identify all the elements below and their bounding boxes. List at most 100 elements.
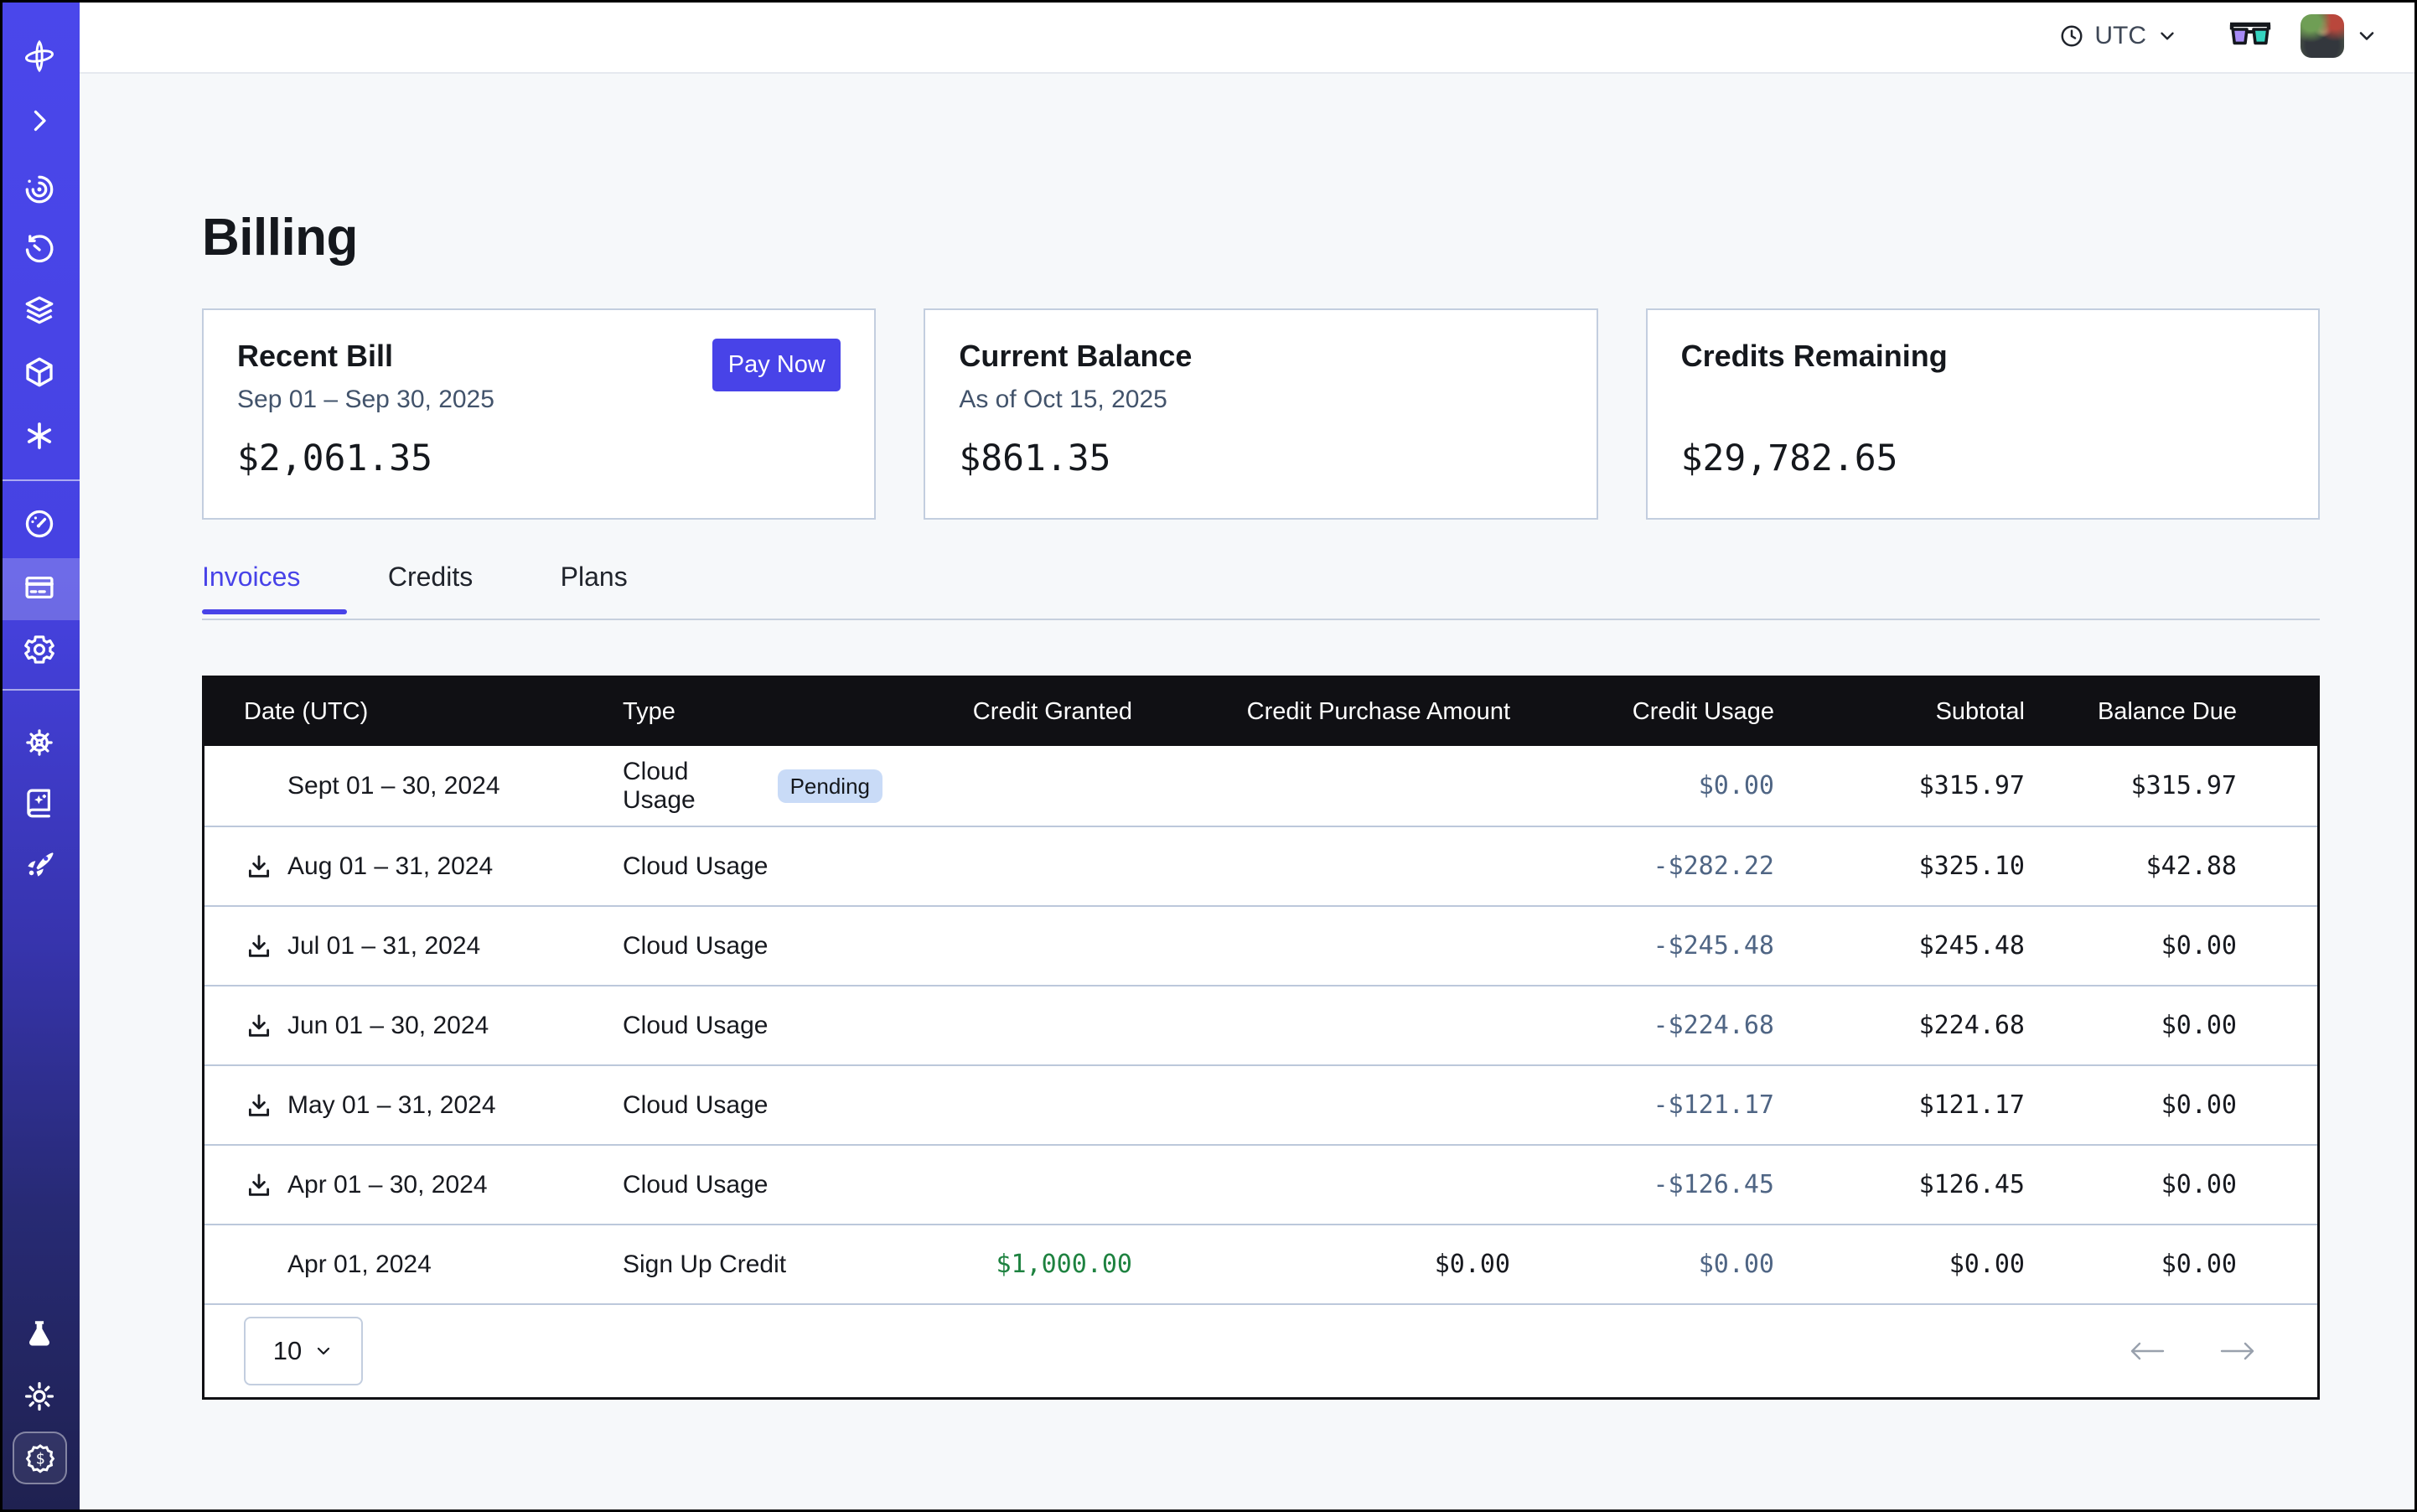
- balance-due-cell: $0.00: [2025, 1090, 2317, 1120]
- labs-flask-icon[interactable]: [21, 1316, 58, 1353]
- tab-invoices[interactable]: Invoices: [202, 562, 347, 614]
- invoice-period: Jun 01 – 30, 2024: [287, 1012, 489, 1040]
- credits-dollar-badge-button[interactable]: $: [13, 1432, 67, 1484]
- download-invoice-button[interactable]: [244, 852, 274, 882]
- next-page-button[interactable]: [2218, 1339, 2257, 1364]
- observability-eye-icon[interactable]: [21, 171, 58, 208]
- page-size-value: 10: [273, 1336, 302, 1366]
- chevron-down-icon: [313, 1341, 334, 1361]
- balance-due-cell: $0.00: [2025, 931, 2317, 961]
- theme-brightness-icon[interactable]: [21, 1378, 58, 1415]
- credit-usage-cell: -$121.17: [1510, 1090, 1774, 1120]
- credits-remaining-card: Credits Remaining $29,782.65: [1646, 308, 2320, 520]
- history-timer-icon[interactable]: [21, 231, 58, 268]
- current-balance-amount: $861.35: [959, 438, 1562, 479]
- download-invoice-button[interactable]: [244, 931, 274, 961]
- type-cell: Sign Up Credit: [623, 1251, 882, 1279]
- current-balance-card: Current Balance As of Oct 15, 2025 $861.…: [924, 308, 1597, 520]
- credit-purchase-cell: $0.00: [1132, 1250, 1510, 1279]
- arrow-left-icon: [2128, 1339, 2166, 1364]
- timezone-selector[interactable]: UTC: [2059, 22, 2178, 50]
- helm-wheel-icon[interactable]: [21, 724, 58, 761]
- table-body: Sept 01 – 30, 2024 Cloud Usage Pending $…: [204, 746, 2317, 1303]
- chevron-down-icon: [2355, 24, 2378, 48]
- download-icon: [245, 852, 273, 881]
- date-cell: Jun 01 – 30, 2024: [204, 1011, 623, 1041]
- invoice-period: Apr 01 – 30, 2024: [287, 1171, 488, 1199]
- glasses-icon[interactable]: [2228, 21, 2272, 51]
- sidebar-collapse-chevron-icon[interactable]: [21, 102, 58, 139]
- subtotal-cell: $325.10: [1774, 852, 2025, 881]
- subtotal-cell: $121.17: [1774, 1090, 2025, 1120]
- col-subtotal: Subtotal: [1774, 698, 2025, 726]
- invoice-type: Cloud Usage: [623, 758, 763, 815]
- page-size-select[interactable]: 10: [244, 1317, 363, 1385]
- dashboard-gauge-icon[interactable]: [21, 505, 58, 542]
- clock-icon: [2059, 23, 2084, 49]
- date-cell: Apr 01 – 30, 2024: [204, 1170, 623, 1200]
- balance-due-cell: $0.00: [2025, 1011, 2317, 1040]
- col-credit-granted: Credit Granted: [882, 698, 1132, 726]
- cube-icon[interactable]: [21, 354, 58, 391]
- table-row: Sept 01 – 30, 2024 Cloud Usage Pending $…: [204, 746, 2317, 826]
- download-icon: [245, 1171, 273, 1199]
- invoice-period: May 01 – 31, 2024: [287, 1091, 496, 1120]
- tab-plans[interactable]: Plans: [561, 562, 675, 614]
- subtotal-cell: $0.00: [1774, 1250, 2025, 1279]
- billing-credit-card-icon[interactable]: [21, 569, 58, 606]
- subtotal-cell: $315.97: [1774, 771, 2025, 800]
- invoice-period: Sept 01 – 30, 2024: [287, 772, 500, 800]
- billing-app: $ UTC: [0, 0, 2417, 1512]
- table-header: Date (UTC) Type Credit Granted Credit Pu…: [204, 678, 2317, 746]
- col-type: Type: [623, 698, 882, 726]
- logo-icon[interactable]: [21, 38, 58, 75]
- invoice-period: Aug 01 – 31, 2024: [287, 852, 493, 881]
- card-title: Current Balance: [959, 339, 1562, 374]
- date-cell: Apr 01, 2024: [204, 1251, 623, 1279]
- timezone-label: UTC: [2094, 22, 2146, 50]
- credit-usage-cell: $0.00: [1510, 1250, 1774, 1279]
- credit-usage-cell: -$126.45: [1510, 1170, 1774, 1199]
- credit-usage-cell: -$224.68: [1510, 1011, 1774, 1040]
- col-date: Date (UTC): [204, 698, 623, 726]
- user-avatar[interactable]: [2301, 14, 2344, 58]
- download-invoice-button[interactable]: [244, 1011, 274, 1041]
- invoice-period: Apr 01, 2024: [287, 1251, 432, 1279]
- tab-credits[interactable]: Credits: [388, 562, 520, 614]
- topbar: UTC: [80, 0, 2417, 74]
- download-invoice-button[interactable]: [244, 1170, 274, 1200]
- pending-status-badge: Pending: [778, 769, 882, 803]
- invoice-type: Cloud Usage: [623, 1012, 768, 1040]
- balance-due-cell: $42.88: [2025, 852, 2317, 881]
- type-cell: Cloud Usage: [623, 1091, 882, 1120]
- asterisk-icon[interactable]: [21, 417, 58, 454]
- invoice-type: Cloud Usage: [623, 932, 768, 961]
- settings-gear-icon[interactable]: [21, 631, 58, 668]
- invoice-type: Sign Up Credit: [623, 1251, 786, 1279]
- card-subtitle: [1681, 386, 2285, 416]
- type-cell: Cloud Usage: [623, 1171, 882, 1199]
- type-cell: Cloud Usage Pending: [623, 758, 882, 815]
- pay-now-button[interactable]: Pay Now: [712, 339, 841, 391]
- download-icon: [245, 932, 273, 961]
- previous-page-button[interactable]: [2128, 1339, 2166, 1364]
- invoice-type: Cloud Usage: [623, 852, 768, 881]
- table-row: Jul 01 – 31, 2024 Cloud Usage -$245.48 $…: [204, 905, 2317, 985]
- invoice-type: Cloud Usage: [623, 1091, 768, 1120]
- table-row: Apr 01, 2024 Sign Up Credit $1,000.00 $0…: [204, 1224, 2317, 1303]
- rocket-icon[interactable]: [21, 847, 58, 883]
- type-cell: Cloud Usage: [623, 852, 882, 881]
- docs-book-icon[interactable]: [21, 784, 58, 821]
- download-invoice-button[interactable]: [244, 1090, 274, 1121]
- main-content: Billing Recent Bill Sep 01 – Sep 30, 202…: [80, 74, 2417, 1512]
- account-menu-chevron[interactable]: [2355, 24, 2378, 48]
- sidebar: $: [0, 0, 80, 1512]
- sidebar-divider: [0, 689, 80, 691]
- download-icon: [245, 1091, 273, 1120]
- date-cell: Jul 01 – 31, 2024: [204, 931, 623, 961]
- recent-bill-amount: $2,061.35: [237, 438, 841, 479]
- date-cell: Aug 01 – 31, 2024: [204, 852, 623, 882]
- balance-due-cell: $315.97: [2025, 771, 2317, 800]
- sidebar-divider: [0, 479, 80, 481]
- layers-icon[interactable]: [21, 292, 58, 329]
